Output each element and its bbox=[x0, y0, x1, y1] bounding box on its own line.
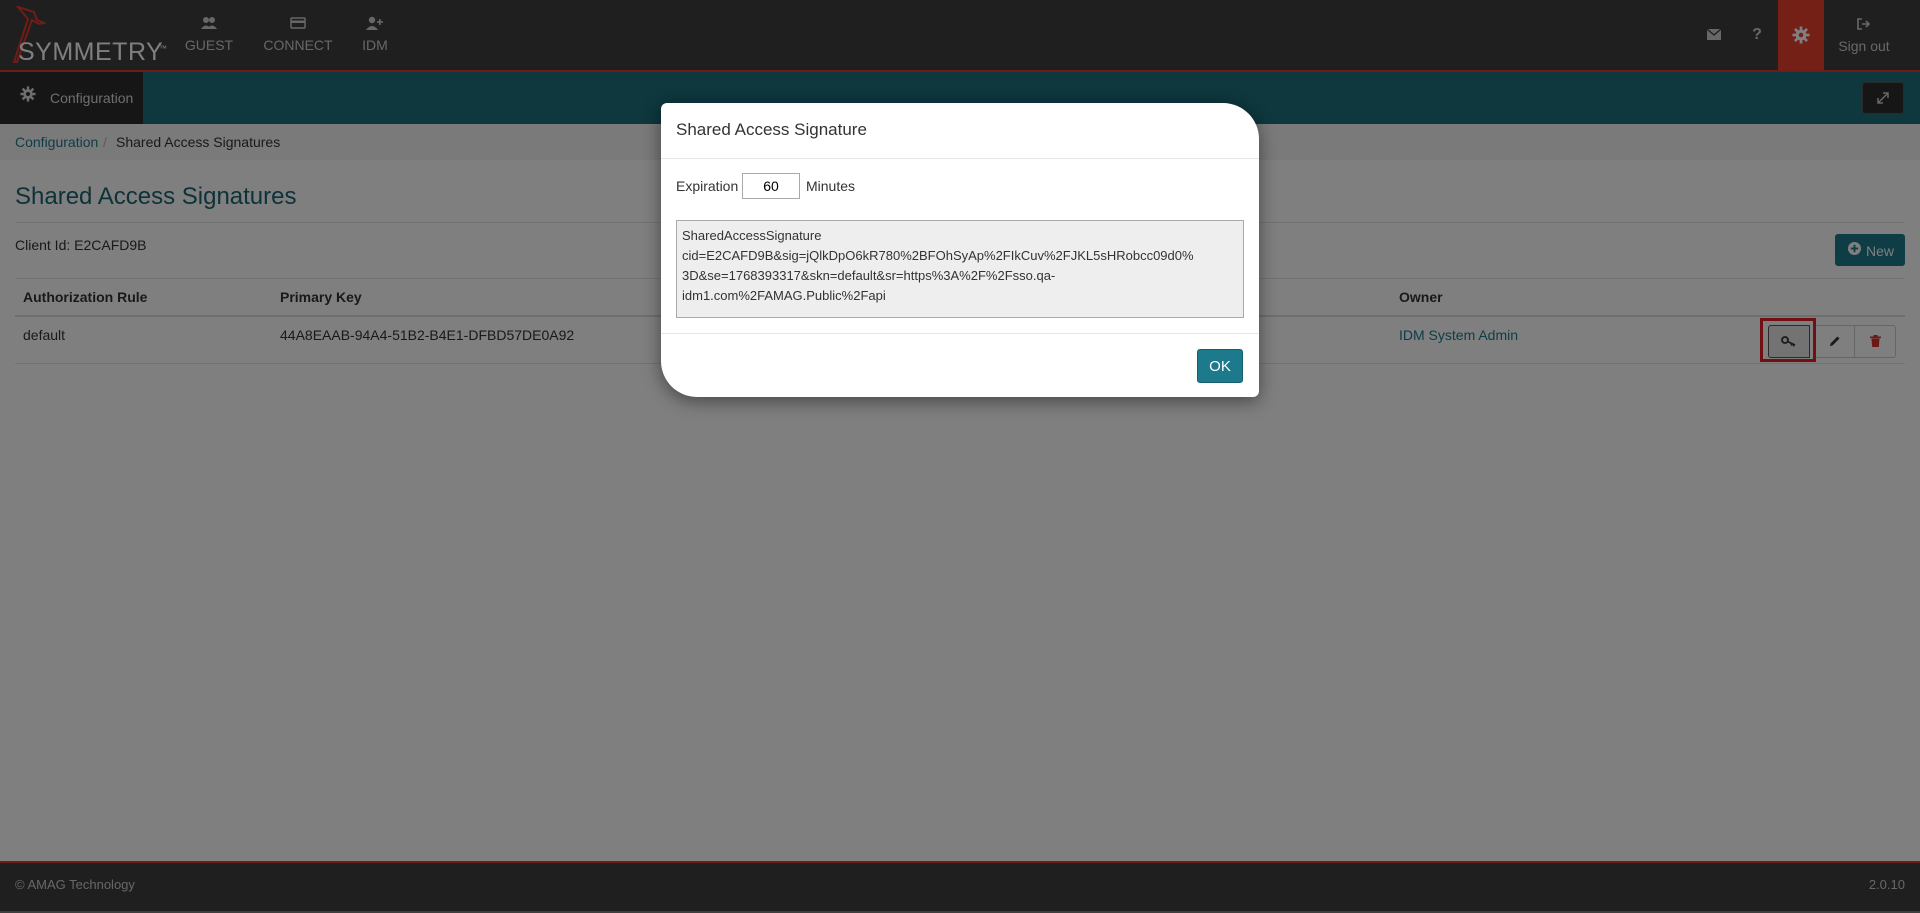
signature-line: 3D&se=1768393317&skn=default&sr=https%3A… bbox=[682, 268, 1056, 283]
signature-line: idm1.com%2FAMAG.Public%2Fapi bbox=[682, 288, 886, 303]
expiration-unit-label: Minutes bbox=[806, 178, 856, 194]
dialog-title: Shared Access Signature bbox=[676, 120, 867, 139]
dialog-header-divider bbox=[661, 158, 1259, 159]
ok-button[interactable]: OK bbox=[1197, 349, 1243, 383]
expiration-input[interactable] bbox=[742, 173, 800, 199]
signature-textarea[interactable]: SharedAccessSignature cid=E2CAFD9B&sig=j… bbox=[676, 220, 1244, 318]
expiration-label: Expiration bbox=[676, 178, 739, 194]
signature-line: SharedAccessSignature bbox=[682, 228, 822, 243]
dialog-footer-divider bbox=[661, 333, 1259, 334]
signature-line: cid=E2CAFD9B&sig=jQlkDpO6kR780%2BFOhSyAp… bbox=[682, 248, 1194, 263]
shared-access-signature-dialog: Shared Access Signature Expiration Minut… bbox=[661, 103, 1259, 397]
